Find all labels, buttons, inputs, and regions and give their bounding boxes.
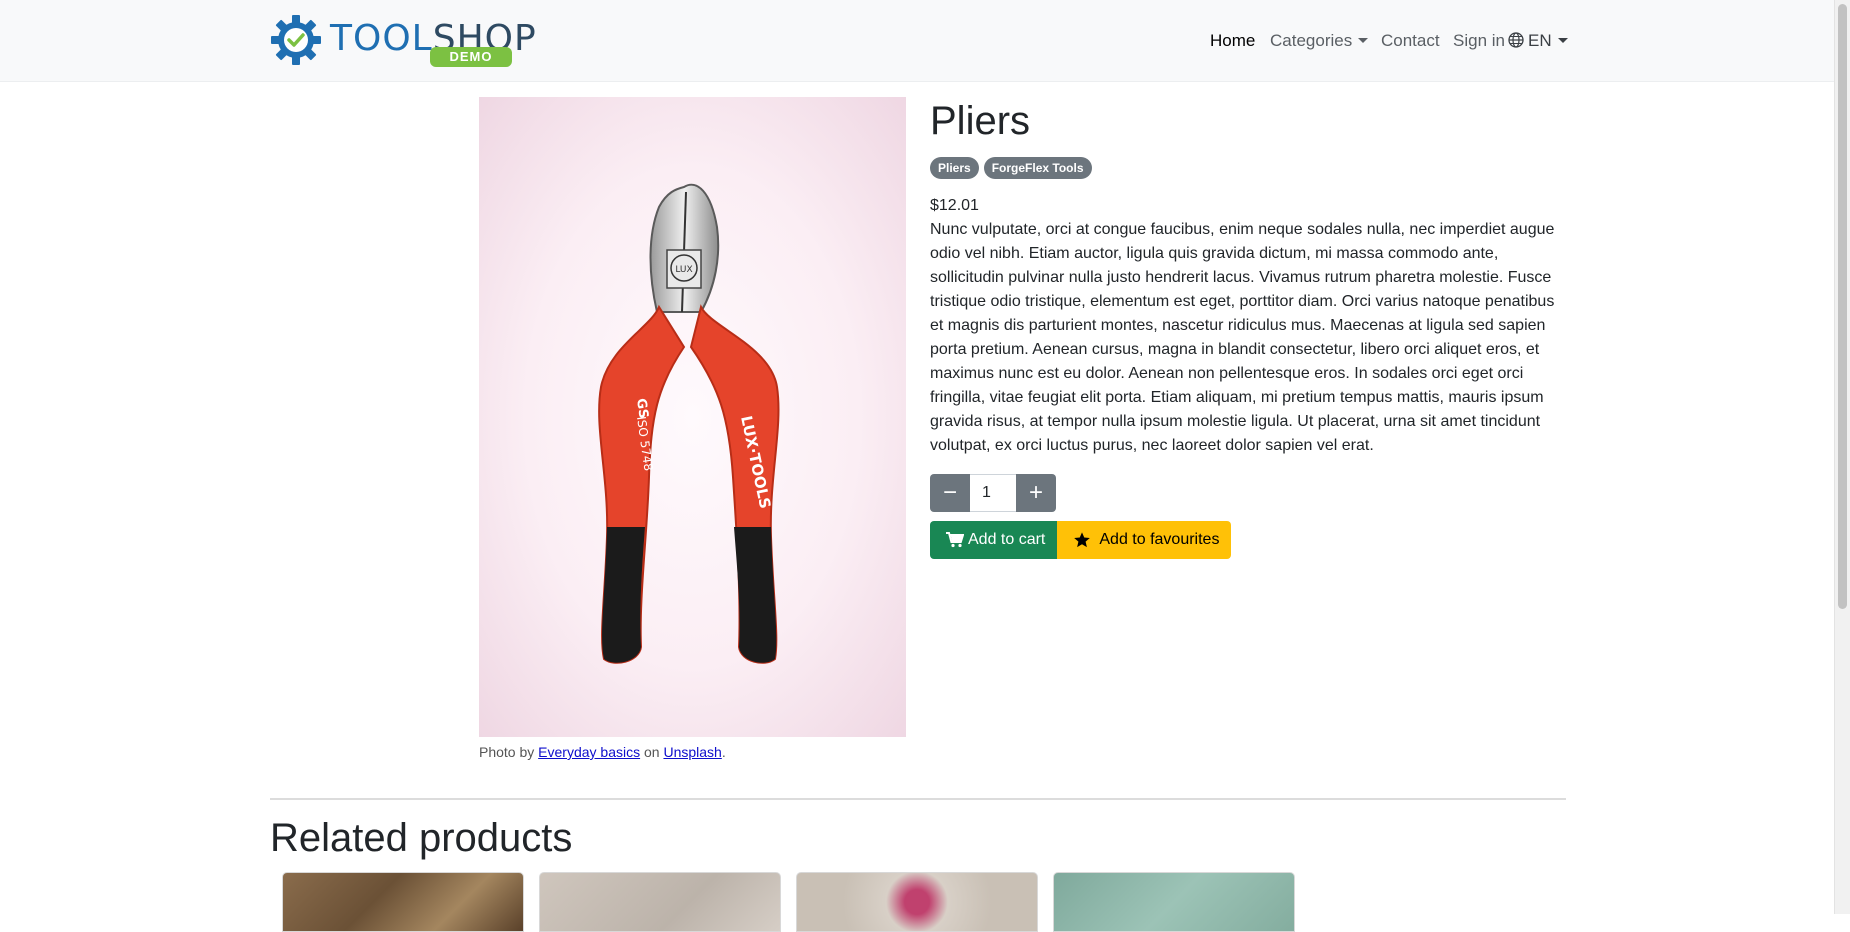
quantity-input[interactable] bbox=[970, 474, 1016, 512]
nav-categories-dropdown[interactable]: Categories bbox=[1270, 28, 1369, 54]
nav-home[interactable]: Home bbox=[1210, 28, 1255, 54]
product-image: LUX LUX·TOOLS ISO 5748 GS bbox=[479, 97, 906, 737]
gear-check-logo-icon bbox=[271, 15, 321, 65]
cart-icon bbox=[946, 532, 964, 548]
navbar: TOOLSHOP DEMO Home Categories Contact Si… bbox=[0, 0, 1834, 82]
add-to-favourites-button[interactable]: Add to favourites bbox=[1057, 521, 1232, 559]
brand-logo[interactable]: TOOLSHOP DEMO bbox=[268, 13, 536, 69]
star-icon bbox=[1074, 532, 1091, 548]
product-actions: Add to cart Add to favourites bbox=[930, 521, 1232, 559]
photo-credit: Photo by Everyday basics on Unsplash. bbox=[479, 744, 726, 760]
related-product-card[interactable] bbox=[539, 872, 781, 932]
credit-site-link[interactable]: Unsplash bbox=[663, 744, 721, 760]
related-products-list bbox=[282, 872, 1295, 932]
nav-sign-in[interactable]: Sign in bbox=[1453, 28, 1505, 54]
caret-down-icon bbox=[1557, 38, 1568, 43]
add-to-cart-button[interactable]: Add to cart bbox=[930, 521, 1058, 559]
related-products-heading: Related products bbox=[270, 816, 573, 860]
related-product-card[interactable] bbox=[282, 872, 524, 932]
globe-icon bbox=[1508, 32, 1524, 48]
related-product-card[interactable] bbox=[1053, 872, 1295, 932]
increase-quantity-button[interactable]: + bbox=[1016, 474, 1056, 512]
related-product-card[interactable] bbox=[796, 872, 1038, 932]
decrease-quantity-button[interactable]: − bbox=[930, 474, 970, 512]
language-dropdown[interactable]: EN bbox=[1508, 28, 1568, 54]
section-divider bbox=[270, 798, 1566, 800]
category-badge: Pliers bbox=[930, 157, 979, 179]
credit-author-link[interactable]: Everyday basics bbox=[538, 744, 640, 760]
quantity-stepper: − + bbox=[930, 474, 1056, 512]
scrollbar-thumb[interactable] bbox=[1838, 4, 1847, 609]
svg-text:LUX: LUX bbox=[675, 265, 692, 275]
demo-tag: DEMO bbox=[430, 47, 512, 67]
product-badges: Pliers ForgeFlex Tools bbox=[930, 157, 1092, 179]
pliers-illustration: LUX LUX·TOOLS ISO 5748 GS bbox=[598, 183, 780, 664]
page-scrollbar[interactable] bbox=[1834, 0, 1850, 914]
caret-down-icon bbox=[1358, 38, 1369, 43]
product-title: Pliers bbox=[930, 99, 1031, 143]
product-description: Nunc vulputate, orci at congue faucibus,… bbox=[930, 221, 1555, 454]
pliers-gs-print: GS bbox=[633, 397, 651, 419]
nav-contact[interactable]: Contact bbox=[1381, 28, 1440, 54]
product-price: $12.01 bbox=[930, 197, 979, 214]
brand-badge: ForgeFlex Tools bbox=[983, 157, 1092, 179]
